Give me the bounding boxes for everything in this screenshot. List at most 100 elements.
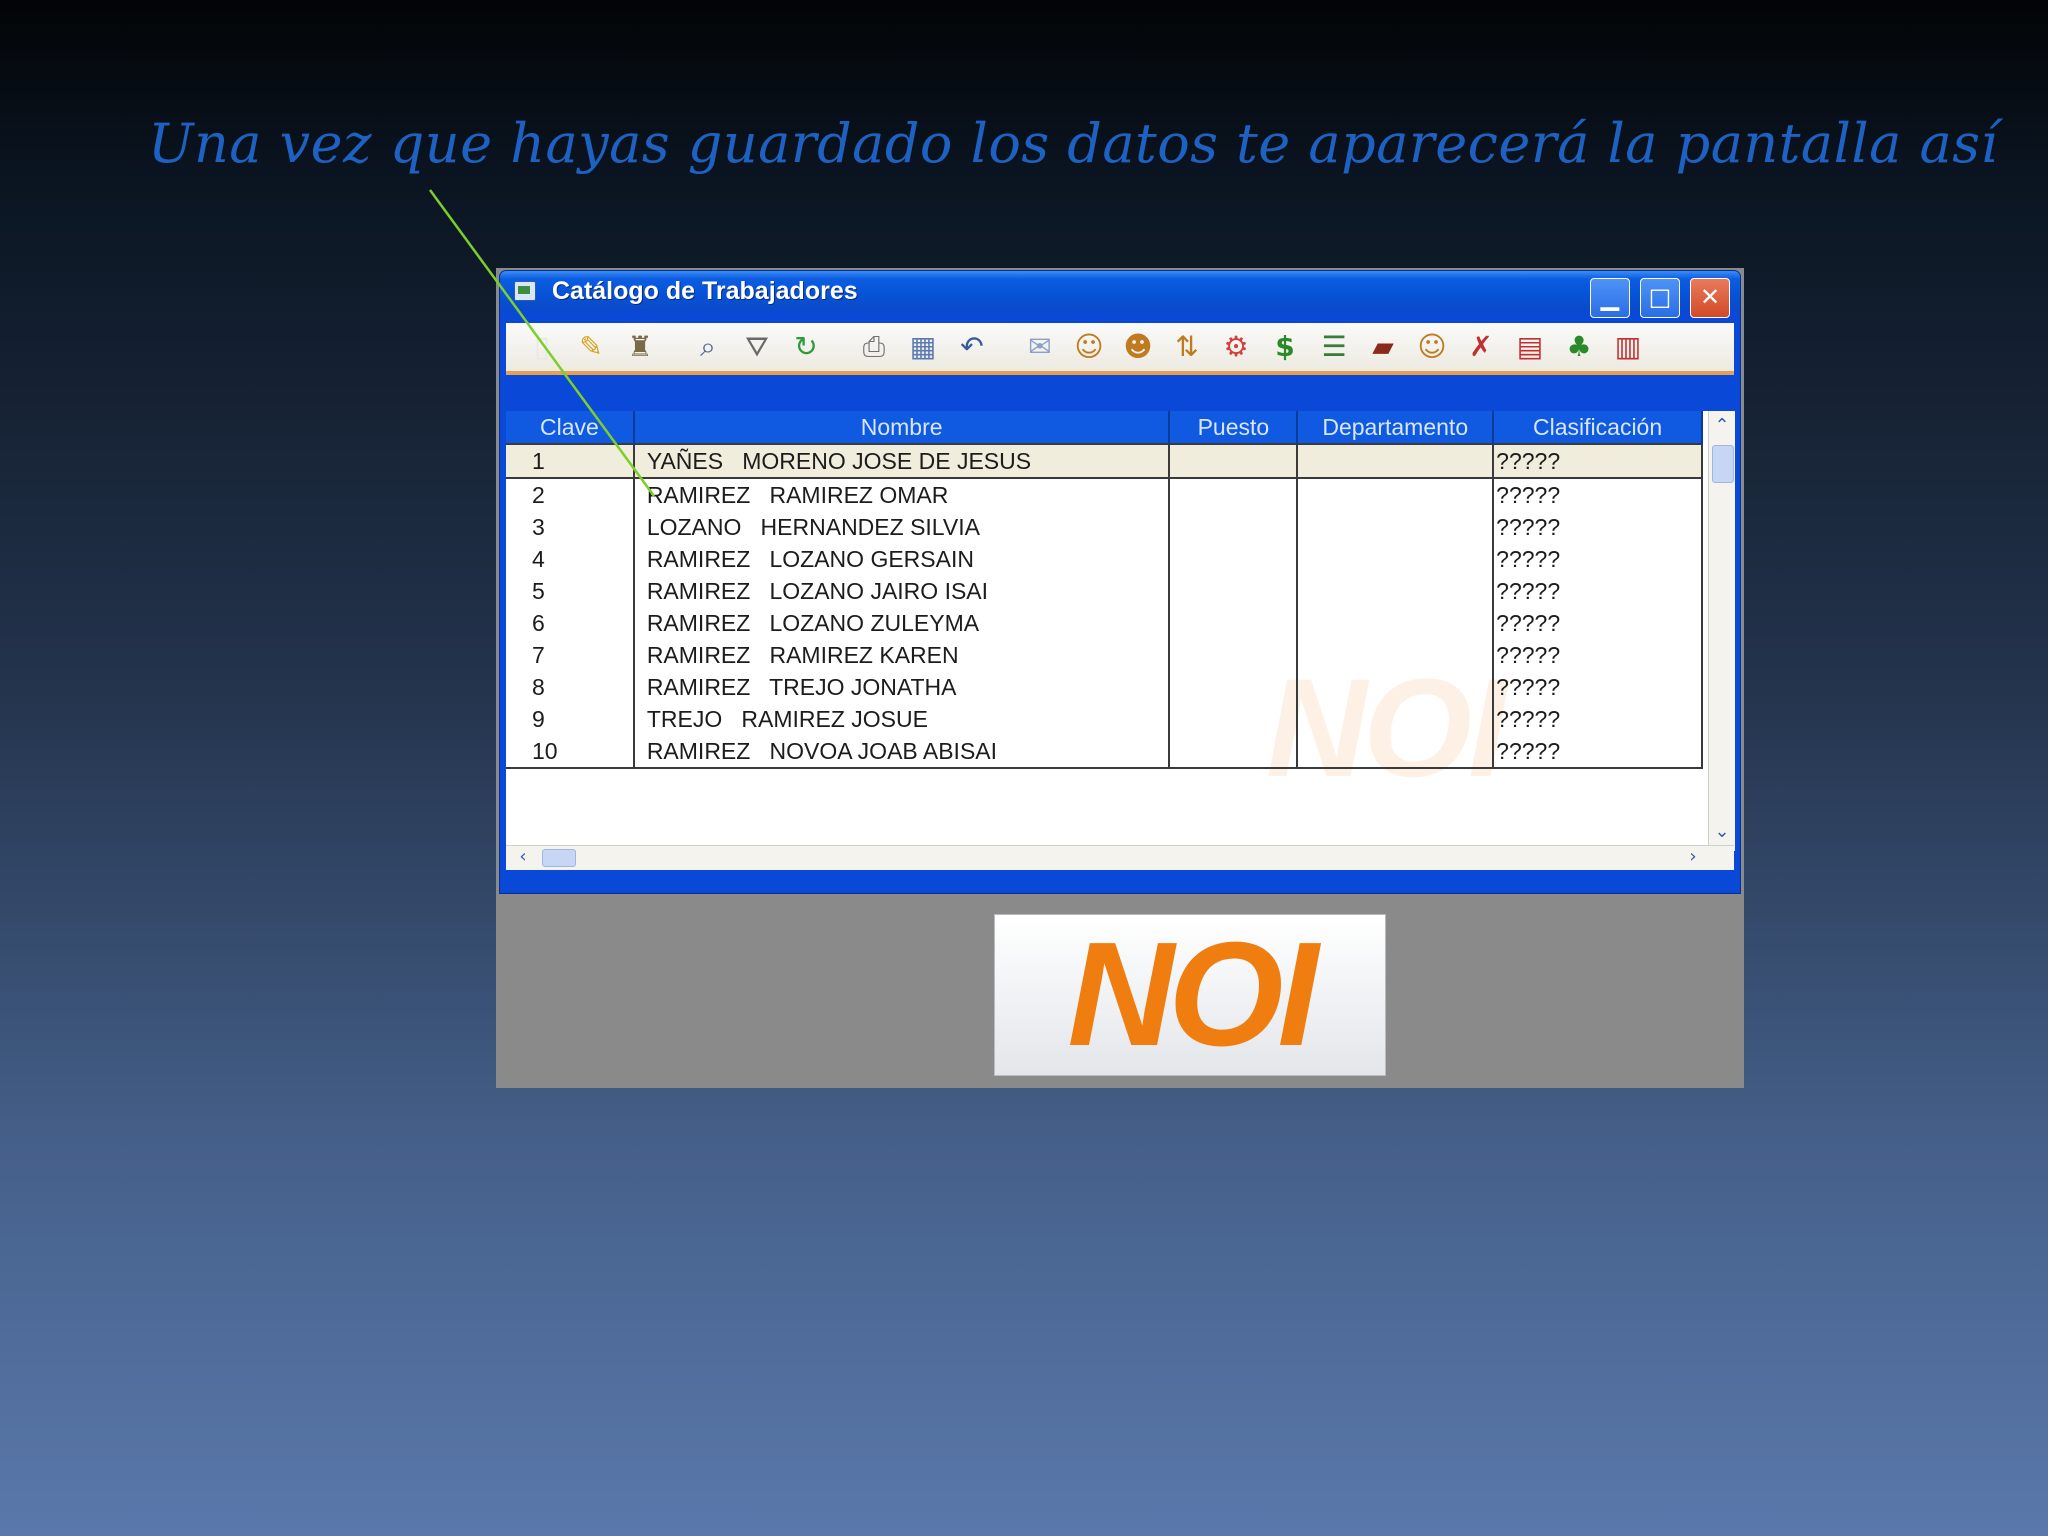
add-worker-icon[interactable]: ☺ bbox=[1069, 327, 1109, 367]
move-worker-icon[interactable]: ⇅ bbox=[1167, 327, 1207, 367]
mail-icon[interactable]: ✉ bbox=[1020, 327, 1060, 367]
cell-nombre: RAMIREZ LOZANO ZULEYMA bbox=[633, 607, 1171, 639]
cell-departamento bbox=[1297, 478, 1495, 511]
cell-departamento bbox=[1297, 607, 1495, 639]
cell-departamento bbox=[1297, 703, 1495, 735]
cell-clave: 2 bbox=[506, 478, 635, 511]
columns-icon[interactable]: ▦ bbox=[903, 327, 943, 367]
scroll-right-icon[interactable]: › bbox=[1682, 846, 1704, 868]
grid-area: NOI Clave Nombre Puesto Departamento Cla… bbox=[506, 411, 1735, 870]
table-delete-icon[interactable]: ▥ bbox=[1608, 327, 1648, 367]
cell-nombre: TREJO RAMIREZ JOSUE bbox=[633, 703, 1171, 735]
vertical-scroll-thumb[interactable] bbox=[1712, 445, 1734, 483]
cell-nombre: YAÑES MORENO JOSE DE JESUS bbox=[633, 443, 1171, 479]
new-icon[interactable]: ▯ bbox=[522, 327, 562, 367]
cell-clave: 4 bbox=[506, 543, 635, 575]
noi-logo-text: NOI bbox=[1067, 912, 1318, 1077]
rates-icon[interactable]: ⚙ bbox=[1216, 327, 1256, 367]
noi-logo: NOI bbox=[994, 914, 1386, 1076]
column-header-departamento[interactable]: Departamento bbox=[1297, 411, 1495, 444]
cell-puesto bbox=[1169, 607, 1299, 639]
delete-icon[interactable]: ♜ bbox=[620, 327, 660, 367]
cell-clasificacion: ????? bbox=[1493, 478, 1703, 511]
close-button[interactable]: ✕ bbox=[1690, 278, 1730, 318]
table-row[interactable]: 5 RAMIREZ LOZANO JAIRO ISAI ????? bbox=[506, 575, 1703, 607]
horizontal-scrollbar[interactable]: ‹ › bbox=[506, 845, 1734, 870]
slide-title: Una vez que hayas guardado los datos te … bbox=[148, 112, 1999, 175]
window-title: Catálogo de Trabajadores bbox=[552, 277, 858, 305]
list-icon[interactable]: ☰ bbox=[1314, 327, 1354, 367]
scroll-left-icon[interactable]: ‹ bbox=[512, 846, 534, 868]
table-row[interactable]: 10 RAMIREZ NOVOA JOAB ABISAI ????? bbox=[506, 735, 1703, 769]
replace-worker-icon[interactable]: ☺ bbox=[1412, 327, 1452, 367]
cell-nombre: LOZANO HERNANDEZ SILVIA bbox=[633, 511, 1171, 543]
cell-clasificacion: ????? bbox=[1493, 511, 1703, 543]
cell-clave: 7 bbox=[506, 639, 635, 671]
cell-puesto bbox=[1169, 703, 1299, 735]
cell-clasificacion: ????? bbox=[1493, 671, 1703, 703]
refresh-icon[interactable]: ↻ bbox=[786, 327, 826, 367]
cell-clave: 6 bbox=[506, 607, 635, 639]
table-row[interactable]: 1 YAÑES MORENO JOSE DE JESUS ????? bbox=[506, 443, 1703, 479]
cell-clasificacion: ????? bbox=[1493, 735, 1703, 769]
cell-clave: 10 bbox=[506, 735, 635, 769]
cell-nombre: RAMIREZ LOZANO GERSAIN bbox=[633, 543, 1171, 575]
cell-clasificacion: ????? bbox=[1493, 443, 1703, 479]
column-header-clasificacion[interactable]: Clasificación bbox=[1493, 411, 1703, 444]
workers-table: Clave Nombre Puesto Departamento Clasifi… bbox=[506, 411, 1703, 769]
horizontal-scroll-thumb[interactable] bbox=[542, 849, 576, 867]
column-header-nombre[interactable]: Nombre bbox=[633, 411, 1171, 444]
table-row[interactable]: 9 TREJO RAMIREZ JOSUE ????? bbox=[506, 703, 1703, 735]
title-bar[interactable]: Catálogo de Trabajadores ▁ □ ✕ bbox=[500, 271, 1740, 318]
cell-nombre: RAMIREZ NOVOA JOAB ABISAI bbox=[633, 735, 1171, 769]
cell-clasificacion: ????? bbox=[1493, 607, 1703, 639]
cell-puesto bbox=[1169, 443, 1299, 479]
cell-nombre: RAMIREZ RAMIREZ OMAR bbox=[633, 478, 1171, 511]
cell-puesto bbox=[1169, 639, 1299, 671]
cell-clave: 9 bbox=[506, 703, 635, 735]
app-icon bbox=[514, 281, 536, 301]
cell-departamento bbox=[1297, 671, 1495, 703]
vertical-scrollbar[interactable]: ⌃ ⌄ bbox=[1708, 411, 1735, 851]
table-row[interactable]: 3 LOZANO HERNANDEZ SILVIA ????? bbox=[506, 511, 1703, 543]
cell-clave: 8 bbox=[506, 671, 635, 703]
worker-catalog-window: Catálogo de Trabajadores ▁ □ ✕ ▯ ✎ ♜ ⌕ ⛛… bbox=[500, 271, 1740, 893]
cell-clave: 1 bbox=[506, 443, 635, 479]
cell-nombre: RAMIREZ TREJO JONATHA bbox=[633, 671, 1171, 703]
table-header: Clave Nombre Puesto Departamento Clasifi… bbox=[506, 411, 1703, 444]
edit-icon[interactable]: ✎ bbox=[571, 327, 611, 367]
calendar-delete-icon[interactable]: ▤ bbox=[1510, 327, 1550, 367]
scroll-down-icon[interactable]: ⌄ bbox=[1711, 821, 1733, 843]
minimize-button[interactable]: ▁ bbox=[1590, 278, 1630, 318]
cell-puesto bbox=[1169, 478, 1299, 511]
cell-departamento bbox=[1297, 575, 1495, 607]
undo-icon[interactable]: ↶ bbox=[952, 327, 992, 367]
print-icon[interactable]: ⎙ bbox=[854, 327, 894, 367]
maximize-button[interactable]: □ bbox=[1640, 278, 1680, 318]
table-row[interactable]: 6 RAMIREZ LOZANO ZULEYMA ????? bbox=[506, 607, 1703, 639]
add-worker-2-icon[interactable]: ☻ bbox=[1118, 327, 1158, 367]
salary-icon[interactable]: $ bbox=[1265, 327, 1305, 367]
toolbar: ▯ ✎ ♜ ⌕ ⛛ ↻ ⎙ ▦ ↶ ✉ ☺ ☻ ⇅ ⚙ $ ☰ ▰ ☺ ✗ ▤ … bbox=[506, 323, 1734, 375]
cell-clave: 5 bbox=[506, 575, 635, 607]
cell-departamento bbox=[1297, 443, 1495, 479]
cell-clasificacion: ????? bbox=[1493, 703, 1703, 735]
table-row[interactable]: 7 RAMIREZ RAMIREZ KAREN ????? bbox=[506, 639, 1703, 671]
book-icon[interactable]: ▰ bbox=[1363, 327, 1403, 367]
cell-puesto bbox=[1169, 575, 1299, 607]
table-row[interactable]: 4 RAMIREZ LOZANO GERSAIN ????? bbox=[506, 543, 1703, 575]
filter-icon[interactable]: ⛛ bbox=[737, 327, 777, 367]
column-header-clave[interactable]: Clave bbox=[506, 411, 635, 444]
cell-clasificacion: ????? bbox=[1493, 575, 1703, 607]
scroll-up-icon[interactable]: ⌃ bbox=[1711, 415, 1733, 437]
cell-puesto bbox=[1169, 671, 1299, 703]
cell-departamento bbox=[1297, 735, 1495, 769]
vacation-icon[interactable]: ♣ bbox=[1559, 327, 1599, 367]
cell-clasificacion: ????? bbox=[1493, 543, 1703, 575]
edit-delete-icon[interactable]: ✗ bbox=[1461, 327, 1501, 367]
cell-departamento bbox=[1297, 543, 1495, 575]
table-row[interactable]: 8 RAMIREZ TREJO JONATHA ????? bbox=[506, 671, 1703, 703]
table-row[interactable]: 2 RAMIREZ RAMIREZ OMAR ????? bbox=[506, 478, 1703, 511]
search-icon[interactable]: ⌕ bbox=[688, 327, 728, 367]
column-header-puesto[interactable]: Puesto bbox=[1169, 411, 1299, 444]
